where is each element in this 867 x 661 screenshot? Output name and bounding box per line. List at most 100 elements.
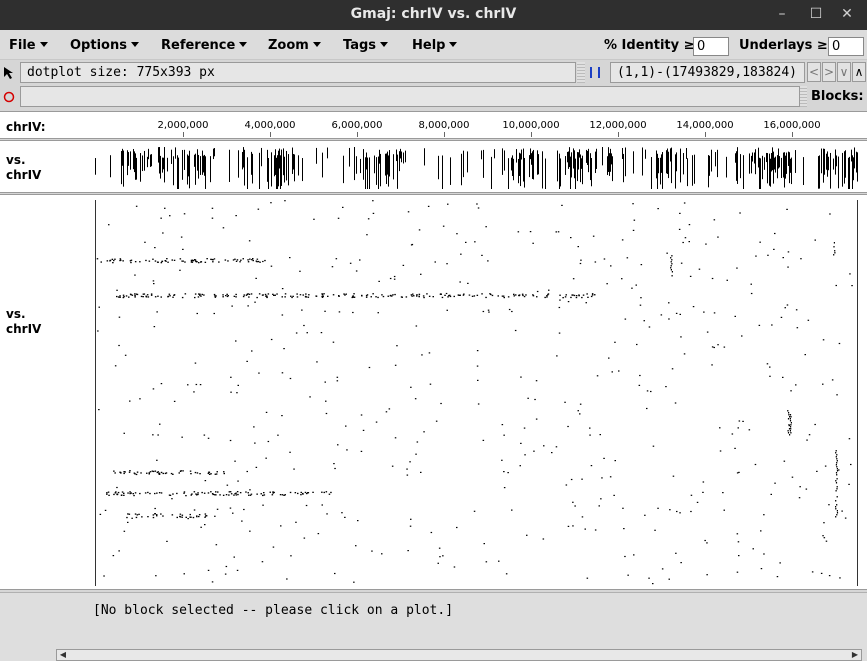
dot: [622, 507, 624, 509]
close-button[interactable]: ✕: [836, 4, 858, 24]
dot: [134, 513, 137, 515]
pip-mark: [736, 151, 737, 181]
dot: [200, 526, 202, 528]
dot: [222, 494, 225, 496]
pip-mark: [656, 150, 657, 179]
dot: [116, 493, 119, 496]
dot: [213, 312, 215, 315]
underlays-field[interactable]: 0: [828, 37, 864, 56]
menu-tags[interactable]: Tags: [343, 38, 389, 53]
ruler-tick-label: 6,000,000: [331, 120, 383, 131]
dot: [367, 218, 370, 220]
pip-plot[interactable]: [95, 145, 858, 191]
dot: [672, 475, 675, 477]
dot: [145, 295, 147, 297]
menu-file[interactable]: File: [9, 38, 48, 53]
menu-reference[interactable]: Reference: [161, 38, 248, 53]
pip-mark: [360, 158, 361, 174]
pip-mark: [591, 158, 592, 187]
horizontal-scrollbar[interactable]: ◀ ▶: [56, 649, 862, 661]
up-button[interactable]: ∧: [852, 62, 866, 82]
scroll-left-icon[interactable]: ◀: [57, 650, 69, 660]
dot: [206, 258, 208, 260]
dot: [755, 255, 757, 257]
dot: [289, 377, 292, 380]
dot: [258, 293, 261, 295]
forward-button[interactable]: >: [822, 62, 836, 82]
pip-mark: [587, 150, 588, 165]
pip-mark: [150, 154, 151, 167]
input-field[interactable]: [20, 86, 800, 107]
pip-mark: [827, 151, 828, 177]
dot: [123, 432, 125, 434]
dot: [151, 470, 154, 472]
dot: [371, 550, 373, 552]
ruler-tick-mark: [444, 132, 445, 137]
menu-zoom[interactable]: Zoom: [268, 38, 321, 53]
window-title: Gmaj: chrIV vs. chrIV: [350, 6, 517, 22]
dot: [147, 516, 149, 518]
dot: [134, 473, 136, 475]
dot: [257, 260, 260, 263]
dot: [476, 294, 479, 296]
pip-panel[interactable]: vs. chrIV: [0, 140, 867, 193]
dotplot[interactable]: [96, 200, 857, 586]
dot: [501, 424, 504, 426]
dot: [160, 262, 163, 264]
dot: [246, 470, 248, 473]
dot: [184, 261, 186, 263]
identity-field[interactable]: 0: [693, 37, 729, 56]
pip-mark: [726, 156, 727, 178]
dot: [456, 526, 458, 529]
dot: [406, 468, 408, 470]
scroll-right-icon[interactable]: ▶: [849, 650, 861, 660]
red-circle-icon[interactable]: [3, 91, 15, 103]
pip-mark: [187, 154, 188, 185]
splitter-handle[interactable]: [577, 62, 585, 83]
dot: [482, 310, 485, 313]
ruler-tick-label: 4,000,000: [244, 120, 296, 131]
dot: [696, 501, 699, 503]
pip-mark: [642, 147, 643, 176]
pip-mark: [203, 155, 204, 173]
dot: [203, 434, 206, 436]
ruler-tick-label: 10,000,000: [502, 120, 560, 131]
dot: [834, 252, 836, 254]
dot: [162, 515, 164, 517]
dot: [211, 493, 214, 495]
dot: [207, 492, 210, 494]
dot: [519, 465, 521, 467]
dot: [736, 472, 739, 474]
dot: [623, 528, 625, 530]
pip-mark: [574, 150, 575, 179]
pip-mark: [242, 151, 243, 170]
pip-mark: [521, 149, 522, 160]
dot: [235, 492, 237, 494]
back-button[interactable]: <: [807, 62, 821, 82]
dot: [208, 473, 211, 475]
menu-options[interactable]: Options: [70, 38, 139, 53]
down-button[interactable]: ∨: [837, 62, 851, 82]
menu-help[interactable]: Help: [412, 38, 458, 53]
dot: [360, 414, 363, 416]
dot: [155, 575, 157, 577]
minimize-button[interactable]: –: [771, 4, 793, 24]
dot: [253, 426, 255, 428]
vertical-bars-icon[interactable]: [588, 66, 604, 80]
dot: [366, 234, 368, 236]
arrow-pointer-icon[interactable]: [3, 66, 15, 80]
maximize-button[interactable]: ☐: [805, 4, 827, 24]
dot: [161, 260, 164, 262]
dotplot-panel[interactable]: vs. chrIV: [0, 194, 867, 590]
dot: [194, 293, 197, 295]
dot: [182, 260, 184, 262]
dot: [378, 280, 380, 282]
dot: [520, 376, 522, 378]
dot: [129, 470, 131, 472]
dot: [582, 294, 585, 296]
pip-mark: [516, 149, 517, 163]
dot: [513, 293, 515, 295]
dot: [547, 294, 549, 296]
dot: [429, 383, 432, 385]
splitter-handle[interactable]: [800, 86, 807, 107]
